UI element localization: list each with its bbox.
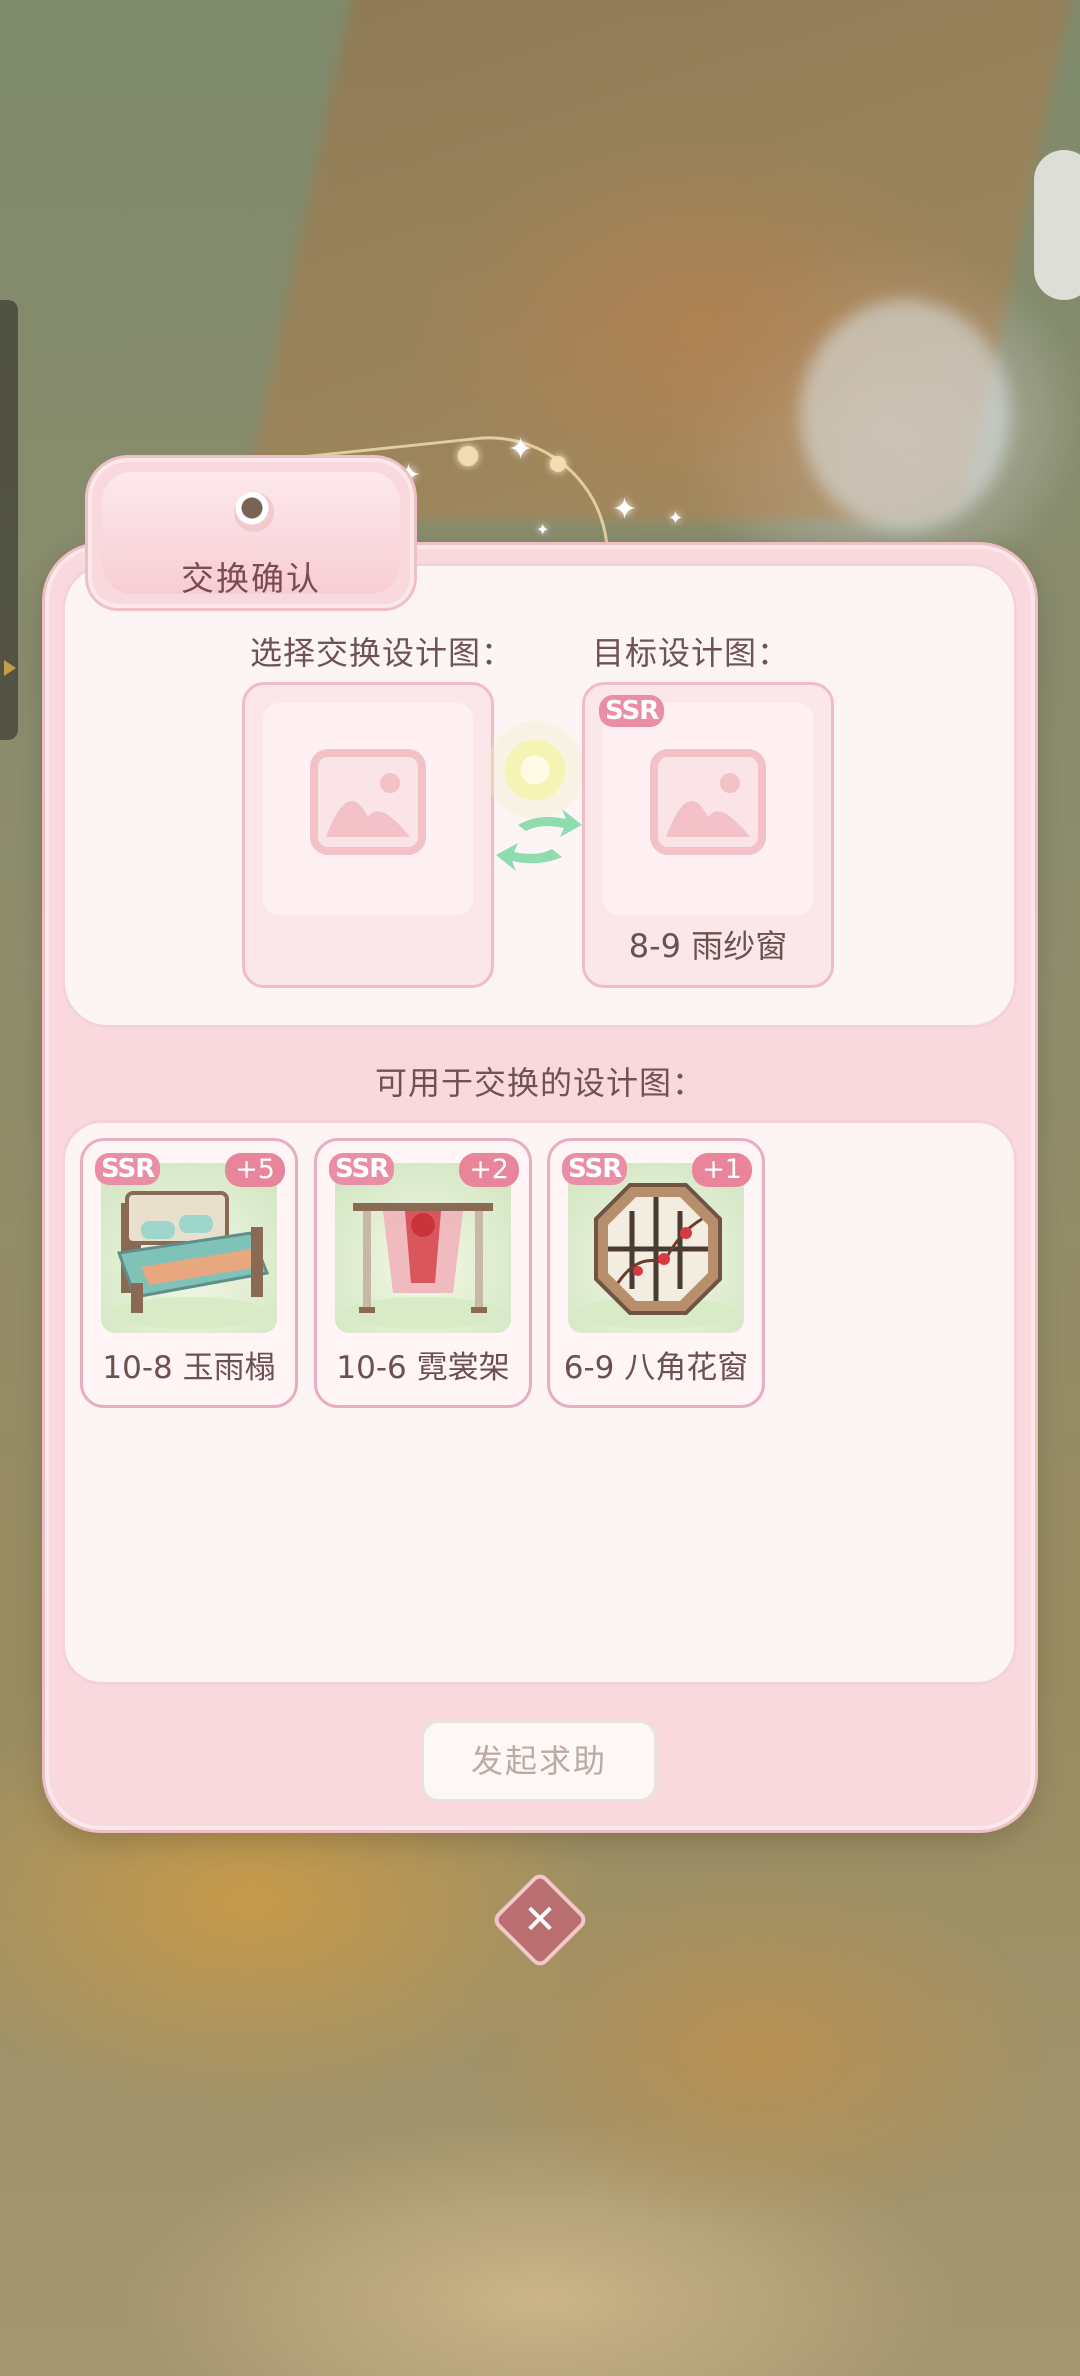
octagon-window-icon [568,1163,744,1333]
target-label: 目标设计图： [592,634,791,672]
design-card[interactable]: SSR +5 10-8 玉雨榻 [80,1138,298,1408]
sparkle-icon: ✦ [536,520,550,539]
count-badge: +1 [692,1153,752,1187]
design-name: 10-8 玉雨榻 [102,1350,276,1386]
count-badge: +5 [225,1153,285,1187]
clothes-rack-icon [335,1163,511,1333]
design-name: 6-9 八角花窗 [563,1350,749,1386]
design-card[interactable]: SSR +2 10-6 霓裳架 [314,1138,532,1408]
dialog-title: 交换确认 [181,559,321,598]
sparkle-dot [550,456,566,472]
select-label: 选择交换设计图： [250,634,515,672]
available-designs-label: 可用于交换的设计图： [374,1064,705,1102]
swap-arrows-icon [496,809,582,871]
target-design-slot[interactable]: SSR 8-9 雨纱窗 [582,682,834,988]
sparkle-icon: ✦ [612,492,638,527]
sparkle-icon: ✦ [508,432,534,467]
rarity-badge: SSR [95,1153,161,1185]
image-placeholder-icon [650,749,766,855]
rarity-badge: SSR [562,1153,628,1185]
close-icon[interactable]: ✕ [505,1885,575,1955]
select-design-slot[interactable] [242,682,494,988]
title-badge-icon [234,492,274,532]
image-placeholder-icon [310,749,426,855]
count-badge: +2 [459,1153,519,1187]
rarity-badge: SSR [599,695,665,727]
house-window [800,300,1010,530]
sparkle-icon: ✦ [668,508,684,529]
dialog-title-tab: 交换确认 [88,458,414,608]
bed-icon [101,1163,277,1333]
design-card[interactable]: SSR +1 6-9 八角花窗 [547,1138,765,1408]
design-name: 10-6 霓裳架 [336,1350,510,1386]
target-design-name: 8-9 雨纱窗 [628,927,788,965]
rarity-badge: SSR [329,1153,395,1185]
sparkle-dot [458,446,478,466]
left-drawer-tab[interactable] [0,300,18,740]
request-help-button[interactable]: 发起求助 [421,1720,657,1802]
side-menu-button[interactable] [1034,150,1080,300]
